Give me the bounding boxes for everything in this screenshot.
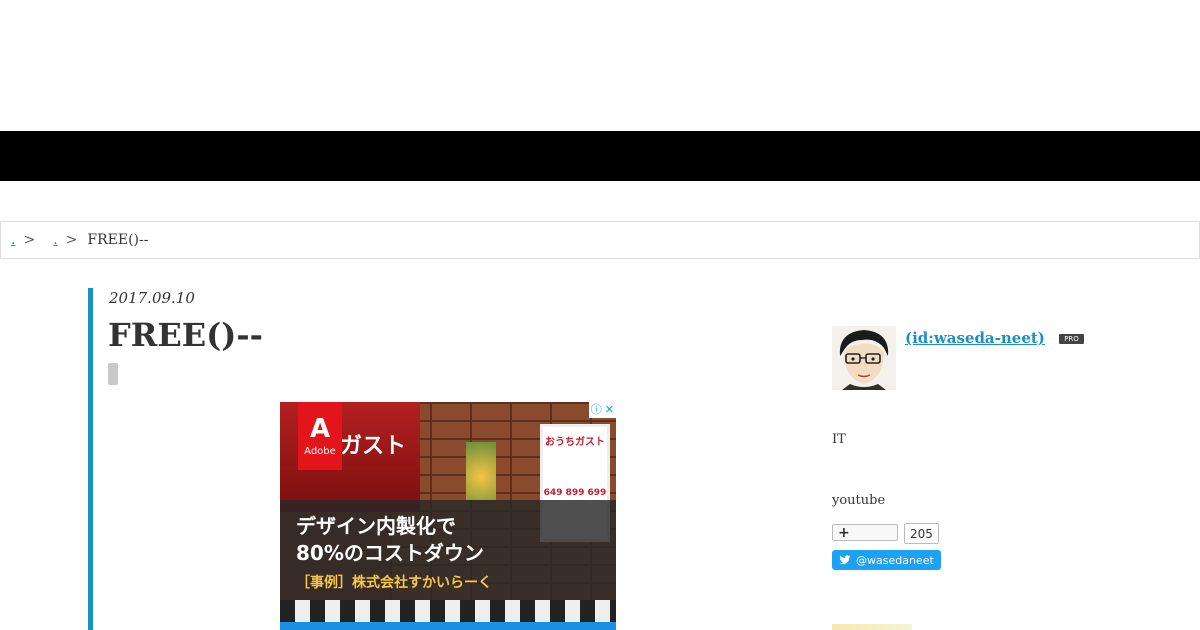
global-nav-bar xyxy=(0,131,1200,181)
twitter-follow-button[interactable]: @wasedaneet xyxy=(832,550,941,570)
ad-close-icon[interactable]: ✕ xyxy=(605,402,614,418)
ad-info-icon[interactable]: ⓘ xyxy=(591,402,602,418)
profile-name-link[interactable]: (id:waseda-neet) xyxy=(905,329,1045,347)
avatar-face-icon xyxy=(832,326,896,390)
ad-store-sign: ガスト xyxy=(340,434,407,459)
breadcrumb-separator: > xyxy=(65,232,78,248)
breadcrumb-category-link[interactable]: . xyxy=(53,232,57,248)
breadcrumb-separator: > xyxy=(23,232,36,248)
category-tag[interactable] xyxy=(108,363,118,385)
breadcrumb-home-link[interactable]: . xyxy=(11,232,15,248)
sidebar-module-peek xyxy=(832,624,912,630)
ad-headline-line1: デザイン内製化で xyxy=(296,514,456,538)
blog-header xyxy=(0,0,1200,131)
entry-title[interactable]: FREE()-- xyxy=(108,316,263,354)
profile-description: IT xyxy=(832,432,846,447)
entry-accent-bar xyxy=(88,288,93,630)
entry-date[interactable]: 2017.09.10 xyxy=(109,289,195,307)
ad-subline: ［事例］株式会社すかいらーく xyxy=(296,575,492,591)
follow-count: 205 xyxy=(904,523,939,544)
twitter-handle: @wasedaneet xyxy=(856,553,934,567)
ad-floor-tiles xyxy=(280,600,616,622)
profile-description-youtube: youtube xyxy=(832,493,886,508)
ad-bottom-bar xyxy=(280,622,616,630)
adobe-icon: A xyxy=(309,413,331,444)
plus-icon: + xyxy=(838,524,850,541)
avatar[interactable] xyxy=(832,326,896,390)
ad-poster-title: おうちガスト xyxy=(545,437,605,448)
adobe-logo: A Adobe xyxy=(298,402,342,470)
breadcrumb: . > . > FREE()-- xyxy=(0,221,1200,259)
ad-choices: ⓘ ✕ xyxy=(588,402,616,418)
advertisement[interactable]: ガスト A Adobe おうちガスト 649 899 699 デザイン内製化で … xyxy=(280,402,616,630)
ad-food-image xyxy=(466,442,496,500)
follow-button[interactable]: + xyxy=(832,524,898,541)
adobe-label: Adobe xyxy=(304,445,336,457)
ad-poster-prices: 649 899 699 xyxy=(543,488,607,498)
twitter-bird-icon xyxy=(839,555,851,565)
breadcrumb-current: FREE()-- xyxy=(87,232,149,248)
pro-badge: PRO xyxy=(1059,334,1084,344)
ad-headline-line2: 80%のコストダウン xyxy=(296,541,484,565)
